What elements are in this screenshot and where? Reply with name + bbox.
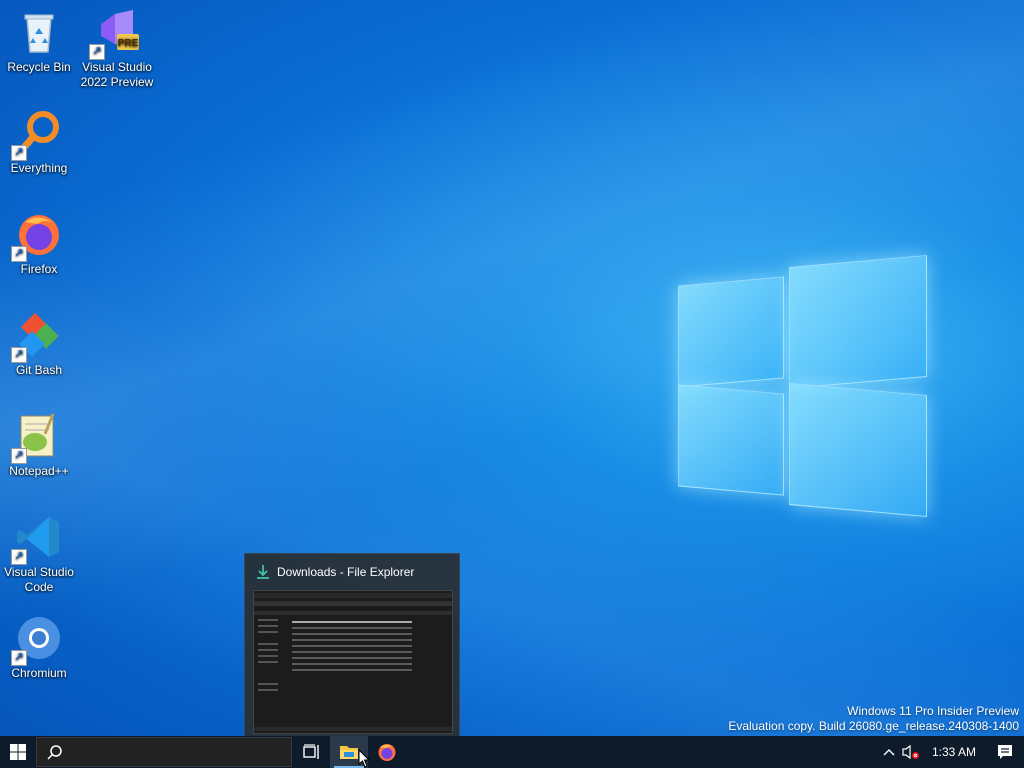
- desktop-icon-chromium[interactable]: ↗ Chromium: [1, 614, 77, 681]
- preview-title: Downloads - File Explorer: [277, 565, 415, 579]
- desktop-icon-label: Firefox: [20, 262, 58, 276]
- windows-logo-icon: [10, 744, 26, 760]
- desktop-icon-firefox[interactable]: ↗ Firefox: [1, 210, 77, 277]
- shortcut-arrow-icon: ↗: [11, 145, 27, 161]
- taskbar-search-box[interactable]: [36, 737, 292, 767]
- shortcut-arrow-icon: ↗: [11, 549, 27, 565]
- desktop-icon-notepad-plus-plus[interactable]: ↗ Notepad++: [1, 412, 77, 479]
- desktop-icon-label: Recycle Bin: [7, 60, 71, 74]
- desktop-icon-git-bash[interactable]: ↗ Git Bash: [1, 311, 77, 378]
- everything-search-icon: ↗: [11, 109, 63, 161]
- shortcut-arrow-icon: ↗: [11, 448, 27, 464]
- shortcut-arrow-icon: ↗: [11, 246, 27, 262]
- shortcut-arrow-icon: ↗: [11, 347, 27, 363]
- notepad-plus-plus-icon: ↗: [11, 412, 63, 464]
- desktop-icon-label: Visual Studio Code: [4, 565, 74, 594]
- desktop-icon-visual-studio[interactable]: PRE ↗ Visual Studio 2022 Preview: [79, 8, 155, 90]
- watermark-line1: Windows 11 Pro Insider Preview: [847, 704, 1019, 718]
- task-view-icon: [303, 744, 319, 759]
- system-tray: 1:33 AM: [878, 736, 1024, 768]
- volume-button[interactable]: [900, 736, 922, 768]
- window-thumbnail[interactable]: [253, 590, 453, 734]
- folder-icon: [340, 746, 358, 759]
- chevron-up-icon: [883, 749, 895, 756]
- desktop-icon-vscode[interactable]: ↗ Visual Studio Code: [1, 513, 77, 595]
- wallpaper-windows-logo: [676, 254, 928, 518]
- desktop-icon-everything[interactable]: ↗ Everything: [1, 109, 77, 176]
- git-bash-icon: ↗: [11, 311, 63, 363]
- desktop-icon-label: Git Bash: [15, 363, 63, 377]
- evaluation-watermark: Windows 11 Pro Insider Preview Evaluatio…: [728, 704, 1019, 734]
- action-center-button[interactable]: [986, 736, 1024, 768]
- action-center-icon: [998, 745, 1012, 759]
- show-hidden-icons-button[interactable]: [878, 736, 900, 768]
- watermark-line2: Evaluation copy. Build 26080.ge_release.…: [728, 719, 1019, 733]
- taskbar-clock[interactable]: 1:33 AM: [922, 745, 986, 759]
- volume-muted-icon: [902, 744, 919, 760]
- firefox-icon: [378, 744, 396, 761]
- search-icon: [47, 745, 62, 760]
- taskbar-app-firefox[interactable]: [368, 736, 406, 768]
- task-view-button[interactable]: [294, 736, 330, 768]
- desktop-icon-label: Notepad++: [9, 464, 69, 478]
- visual-studio-icon: PRE ↗: [89, 8, 141, 60]
- mouse-cursor-icon: [358, 749, 370, 768]
- firefox-icon: ↗: [11, 210, 63, 262]
- desktop-icon-label: Chromium: [11, 666, 67, 680]
- chromium-icon: ↗: [11, 614, 63, 666]
- taskbar-thumbnail-preview[interactable]: Downloads - File Explorer: [244, 553, 460, 739]
- preview-title-bar: Downloads - File Explorer: [255, 562, 414, 582]
- desktop-icon-label: Everything: [10, 161, 68, 175]
- vscode-icon: ↗: [11, 513, 63, 565]
- taskbar: 1:33 AM: [0, 736, 1024, 768]
- download-icon: [257, 565, 269, 579]
- desktop-icon-recycle-bin[interactable]: Recycle Bin: [1, 8, 77, 75]
- shortcut-arrow-icon: ↗: [89, 44, 105, 60]
- recycle-bin-icon: [15, 8, 63, 56]
- shortcut-arrow-icon: ↗: [11, 650, 27, 666]
- desktop-icon-label: Visual Studio 2022 Preview: [80, 60, 154, 89]
- pre-badge: PRE: [118, 38, 139, 49]
- start-button[interactable]: [0, 736, 36, 768]
